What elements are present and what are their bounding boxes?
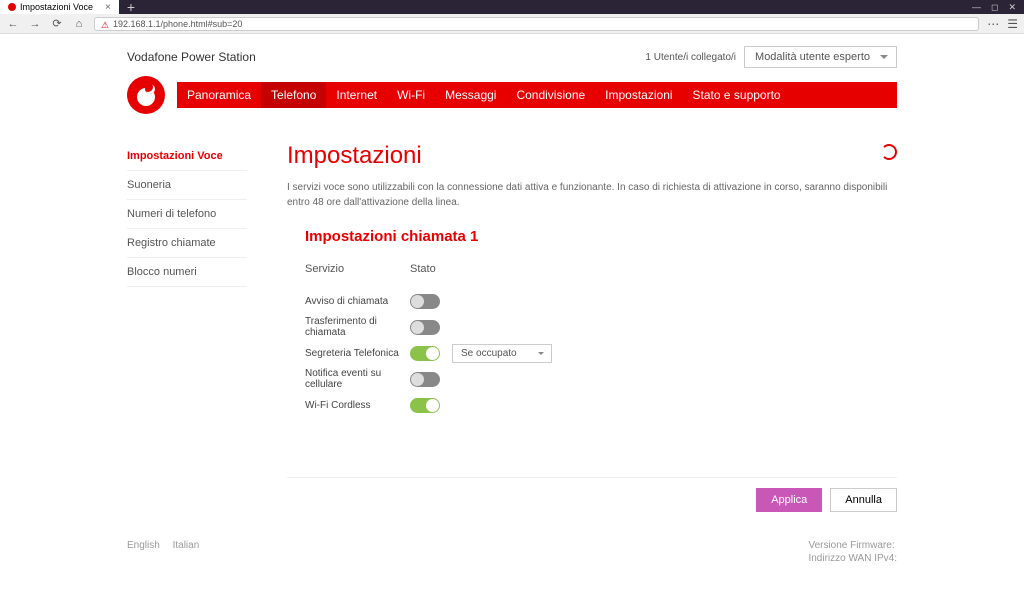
col-state-header: Stato	[410, 263, 470, 275]
sidebar-suoneria[interactable]: Suoneria	[127, 171, 247, 200]
back-button[interactable]: ←	[6, 17, 20, 31]
section-title: Impostazioni chiamata 1	[305, 228, 897, 245]
sidebar-blocco[interactable]: Blocco numeri	[127, 258, 247, 287]
sidebar-registro[interactable]: Registro chiamate	[127, 229, 247, 258]
browser-tab[interactable]: Impostazioni Voce ×	[0, 0, 119, 14]
wan-ipv4: Indirizzo WAN IPv4:	[808, 553, 897, 564]
mode-select[interactable]: Modalità utente esperto	[744, 46, 897, 68]
tab-favicon	[8, 3, 16, 11]
firmware-version: Versione Firmware:	[808, 540, 897, 551]
nav-internet[interactable]: Internet	[326, 82, 387, 108]
nav-impostazioni[interactable]: Impostazioni	[595, 82, 682, 108]
label-trasferimento: Trasferimento di chiamata	[305, 316, 410, 338]
close-icon[interactable]: ×	[105, 2, 111, 13]
toggle-avviso[interactable]	[410, 294, 440, 309]
nav-stato[interactable]: Stato e supporto	[683, 82, 791, 108]
mode-select-value: Modalità utente esperto	[755, 51, 870, 63]
dropdown-segreteria-value: Se occupato	[461, 348, 517, 359]
row-avviso: Avviso di chiamata	[305, 289, 897, 313]
footer-lang: English Italian	[127, 540, 209, 566]
row-wificordless: Wi-Fi Cordless	[305, 393, 897, 417]
nav-panoramica[interactable]: Panoramica	[177, 82, 261, 108]
close-window-icon[interactable]: ✕	[1008, 2, 1016, 13]
forward-button[interactable]: →	[28, 17, 42, 31]
nav-condivisione[interactable]: Condivisione	[506, 82, 595, 108]
browser-toolbar: ← → ⟳ ⌂ ⚠ 192.168.1.1/phone.html#sub=20 …	[0, 14, 1024, 34]
page-description: I servizi voce sono utilizzabili con la …	[287, 180, 897, 210]
toggle-notifica[interactable]	[410, 372, 440, 387]
new-tab-button[interactable]: +	[119, 0, 143, 15]
url-text: 192.168.1.1/phone.html#sub=20	[113, 19, 242, 29]
lang-italian[interactable]: Italian	[173, 540, 200, 551]
sidebar: Impostazioni Voce Suoneria Numeri di tel…	[127, 142, 247, 512]
reload-button[interactable]: ⟳	[50, 17, 64, 31]
refresh-icon[interactable]	[881, 144, 897, 160]
label-segreteria: Segreteria Telefonica	[305, 348, 410, 359]
tab-title: Impostazioni Voce	[20, 2, 93, 12]
label-notifica: Notifica eventi su cellulare	[305, 368, 410, 390]
window-controls: — ◻ ✕	[972, 2, 1024, 13]
brand-title: Vodafone Power Station	[127, 50, 256, 64]
page-title: Impostazioni	[287, 142, 897, 170]
browser-tab-bar: Impostazioni Voce × + — ◻ ✕	[0, 0, 1024, 14]
browser-menu-icon[interactable]: ⋯	[987, 17, 999, 31]
users-count: 1 Utente/i collegato/i	[645, 52, 736, 63]
toggle-segreteria[interactable]	[410, 346, 440, 361]
nav-telefono[interactable]: Telefono	[261, 82, 326, 108]
maximize-icon[interactable]: ◻	[991, 2, 998, 13]
toggle-wificordless[interactable]	[410, 398, 440, 413]
sidebar-impostazioni-voce[interactable]: Impostazioni Voce	[127, 142, 247, 171]
nav-wifi[interactable]: Wi-Fi	[387, 82, 435, 108]
toggle-trasferimento[interactable]	[410, 320, 440, 335]
sidebar-numeri[interactable]: Numeri di telefono	[127, 200, 247, 229]
home-button[interactable]: ⌂	[72, 17, 86, 31]
row-trasferimento: Trasferimento di chiamata	[305, 315, 897, 339]
label-wificordless: Wi-Fi Cordless	[305, 400, 410, 411]
row-notifica: Notifica eventi su cellulare	[305, 367, 897, 391]
main-nav: Panoramica Telefono Internet Wi-Fi Messa…	[177, 82, 897, 108]
dropdown-segreteria[interactable]: Se occupato	[452, 344, 552, 363]
browser-overflow-icon[interactable]: ☰	[1007, 17, 1018, 31]
row-segreteria: Segreteria Telefonica Se occupato	[305, 341, 897, 365]
label-avviso: Avviso di chiamata	[305, 296, 410, 307]
lang-english[interactable]: English	[127, 540, 160, 551]
vodafone-logo	[127, 76, 165, 114]
nav-messaggi[interactable]: Messaggi	[435, 82, 506, 108]
apply-button[interactable]: Applica	[756, 488, 822, 512]
footer-info: Versione Firmware: Indirizzo WAN IPv4:	[808, 540, 897, 566]
cancel-button[interactable]: Annulla	[830, 488, 897, 512]
col-service-header: Servizio	[305, 263, 410, 275]
minimize-icon[interactable]: —	[972, 2, 981, 13]
insecure-icon: ⚠	[101, 20, 109, 28]
url-input[interactable]: ⚠ 192.168.1.1/phone.html#sub=20	[94, 17, 979, 31]
